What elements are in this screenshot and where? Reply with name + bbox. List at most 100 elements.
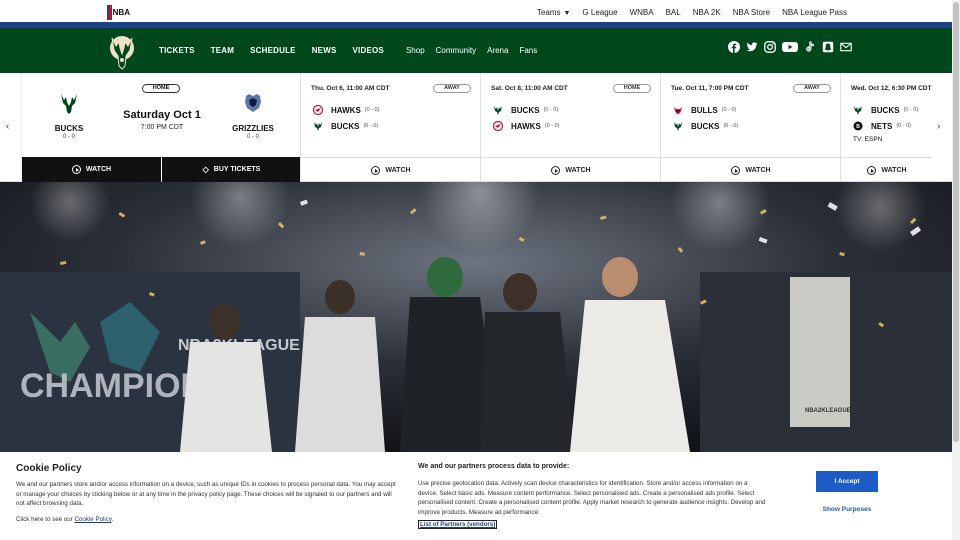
away-badge: AWAY — [793, 84, 831, 93]
bucks-logo-icon — [674, 122, 682, 131]
facebook-icon[interactable] — [728, 41, 740, 53]
featured-date: Saturday Oct 1 — [123, 109, 201, 121]
bulls-logo-icon — [674, 107, 682, 114]
accept-button[interactable]: I Accept — [816, 471, 878, 492]
game-date: Wed. Oct 12, 6:30 PM CDT — [851, 85, 932, 92]
watch-button[interactable]: WATCH — [22, 157, 161, 182]
team-record: 0 - 0 — [62, 134, 75, 140]
game-date: Tue. Oct 11, 7:00 PM CDT — [671, 85, 749, 92]
game-team-row: B NETS (0 - 0) — [853, 121, 911, 131]
email-icon[interactable] — [840, 41, 852, 53]
nav-fans[interactable]: Fans — [519, 46, 537, 55]
caret-down-icon: ▼ — [563, 10, 571, 17]
game-team-row: BUCKS (0 - 0) — [853, 105, 918, 115]
hawks-logo-icon — [493, 121, 503, 131]
play-icon — [867, 165, 877, 175]
featured-time: 7:00 PM CDT — [140, 124, 184, 131]
play-icon — [371, 165, 381, 175]
team-nav-links: TICKETS TEAM SCHEDULE NEWS VIDEOS Shop C… — [159, 28, 548, 73]
nba-link-store[interactable]: NBA Store — [733, 8, 770, 17]
watch-button[interactable]: WATCH — [661, 157, 841, 182]
instagram-icon[interactable] — [764, 41, 776, 53]
scrollbar-thumb[interactable] — [953, 2, 959, 442]
game-team-row: BUCKS (0 - 0) — [493, 105, 558, 115]
cookie-title: Cookie Policy — [16, 463, 82, 474]
watch-label: WATCH — [881, 166, 907, 174]
team-name: HAWKS — [511, 121, 541, 131]
nba-logo-text: NBA — [112, 8, 130, 17]
game-card[interactable]: Tue. Oct 11, 7:00 PM CDT AWAY BULLS (0 -… — [660, 73, 841, 182]
partners-body: Use precise geolocation data. Actively s… — [418, 480, 766, 516]
game-team-row: BUCKS (0 - 0) — [673, 121, 738, 131]
away-badge: AWAY — [433, 84, 471, 93]
bucks-logo[interactable] — [108, 34, 136, 70]
watch-button[interactable]: WATCH — [301, 157, 481, 182]
game-card[interactable]: Thu. Oct 6, 11:00 AM CDT AWAY HAWKS (0 -… — [300, 73, 481, 182]
watch-button[interactable]: WATCH — [841, 157, 932, 182]
chevron-left-icon[interactable]: ‹ — [6, 121, 9, 132]
nba-link-gleague[interactable]: G League — [582, 8, 617, 17]
team-name: BUCKS — [871, 105, 900, 115]
game-card[interactable]: Sat. Oct 8, 11:00 AM CDT HOME BUCKS (0 -… — [480, 73, 661, 182]
nav-videos[interactable]: VIDEOS — [353, 46, 384, 55]
team-record: (0 - 0) — [544, 123, 560, 129]
vendors-link[interactable]: List of Partners (vendors) — [418, 520, 498, 529]
team-record: (0 - 0) — [721, 107, 737, 113]
bucks-logo-icon — [854, 106, 862, 115]
bucks-logo-icon — [494, 106, 502, 115]
nba-link-bal[interactable]: BAL — [666, 8, 681, 17]
buy-tickets-button[interactable]: ◇ BUY TICKETS — [162, 157, 301, 182]
nav-tickets[interactable]: TICKETS — [159, 46, 195, 55]
nav-arena[interactable]: Arena — [487, 46, 508, 55]
team-name: HAWKS — [331, 105, 361, 115]
game-date: Thu. Oct 6, 11:00 AM CDT — [311, 85, 390, 92]
team-name: NETS — [871, 121, 893, 131]
featured-team-home[interactable]: BUCKS 0 - 0 — [39, 92, 99, 140]
nav-community[interactable]: Community — [436, 46, 476, 55]
cookie-policy-link[interactable]: Cookie Policy — [74, 516, 111, 523]
team-record: (0 - 0) — [364, 107, 380, 113]
featured-game: HOME BUCKS 0 - 0 Saturday Oct 1 7:00 PM … — [21, 73, 301, 182]
watch-button[interactable]: WATCH — [481, 157, 661, 182]
nba-link-wnba[interactable]: WNBA — [630, 8, 654, 17]
nav-shop[interactable]: Shop — [406, 46, 425, 55]
team-name: BUCKS — [691, 121, 720, 131]
nav-schedule[interactable]: SCHEDULE — [250, 46, 296, 55]
nets-logo-icon: B — [853, 121, 863, 131]
featured-team-away[interactable]: GRIZZLIES 0 - 0 — [223, 92, 283, 140]
schedule-strip: ‹ HOME BUCKS 0 - 0 Saturday Oct 1 7:00 P… — [0, 73, 952, 182]
tiktok-icon[interactable] — [804, 41, 816, 53]
team-record: (0 - 0) — [723, 123, 739, 129]
watch-label: WATCH — [85, 166, 112, 173]
chevron-right-icon[interactable]: › — [937, 121, 940, 132]
hawks-logo-icon — [313, 105, 323, 115]
game-team-row: BULLS (0 - 0) — [673, 105, 736, 115]
play-icon — [71, 165, 81, 174]
game-card[interactable]: Wed. Oct 12, 6:30 PM CDT BUCKS (0 - 0) B… — [840, 73, 932, 182]
snapchat-icon[interactable] — [822, 41, 834, 53]
youtube-icon[interactable] — [782, 41, 798, 53]
nba-logo[interactable]: NBA — [107, 5, 130, 20]
hero-image[interactable]: CHAMPIONS NBA2KLEAGUE FINALS NBA2KLEAGUE… — [0, 182, 952, 452]
nav-team[interactable]: TEAM — [211, 46, 234, 55]
play-icon — [731, 165, 741, 175]
bucks-logo-icon — [61, 94, 77, 114]
twitter-icon[interactable] — [746, 41, 758, 53]
team-record: (0 - 0) — [543, 107, 559, 113]
buy-tickets-label: BUY TICKETS — [213, 166, 261, 173]
home-badge: HOME — [142, 84, 180, 93]
page-scrollbar[interactable] — [952, 0, 960, 540]
game-team-row: BUCKS (0 - 0) — [313, 121, 378, 131]
nba-link-teams[interactable]: Teams ▼ — [537, 8, 571, 17]
team-record: (0 - 0) — [896, 123, 912, 129]
hero-banner-right: NBA2KLEAGUE FINALS — [805, 408, 874, 414]
home-badge: HOME — [613, 84, 651, 93]
nav-news[interactable]: NEWS — [312, 46, 337, 55]
team-record: (0 - 0) — [363, 123, 379, 129]
show-purposes-link[interactable]: Show Purposes — [816, 506, 878, 513]
team-name: GRIZZLIES — [232, 124, 274, 133]
nba-link-league-pass[interactable]: NBA League Pass — [782, 8, 847, 17]
svg-text:B: B — [856, 124, 860, 130]
nba-link-nba2k[interactable]: NBA 2K — [693, 8, 721, 17]
grizzlies-logo-icon — [245, 94, 261, 112]
